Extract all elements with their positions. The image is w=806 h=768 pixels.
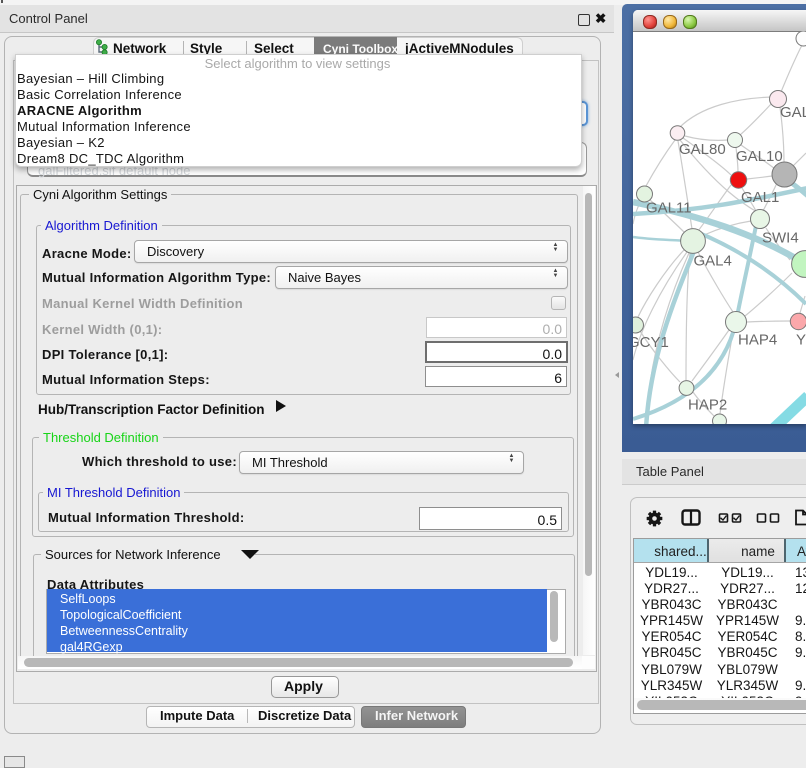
- svg-text:GAL4: GAL4: [694, 253, 732, 270]
- svg-text:Y: Y: [796, 332, 806, 349]
- svg-text:HAP4: HAP4: [738, 332, 777, 349]
- svg-text:GAL80: GAL80: [679, 141, 726, 158]
- svg-text:HAP2: HAP2: [688, 397, 727, 414]
- svg-text:GAL1: GAL1: [741, 189, 779, 206]
- svg-text:GAL: GAL: [780, 104, 806, 121]
- svg-text:SWI4: SWI4: [762, 230, 799, 247]
- svg-text:GAL10: GAL10: [736, 148, 783, 165]
- svg-text:GAL11: GAL11: [646, 200, 692, 217]
- svg-text:GCY1: GCY1: [633, 334, 669, 351]
